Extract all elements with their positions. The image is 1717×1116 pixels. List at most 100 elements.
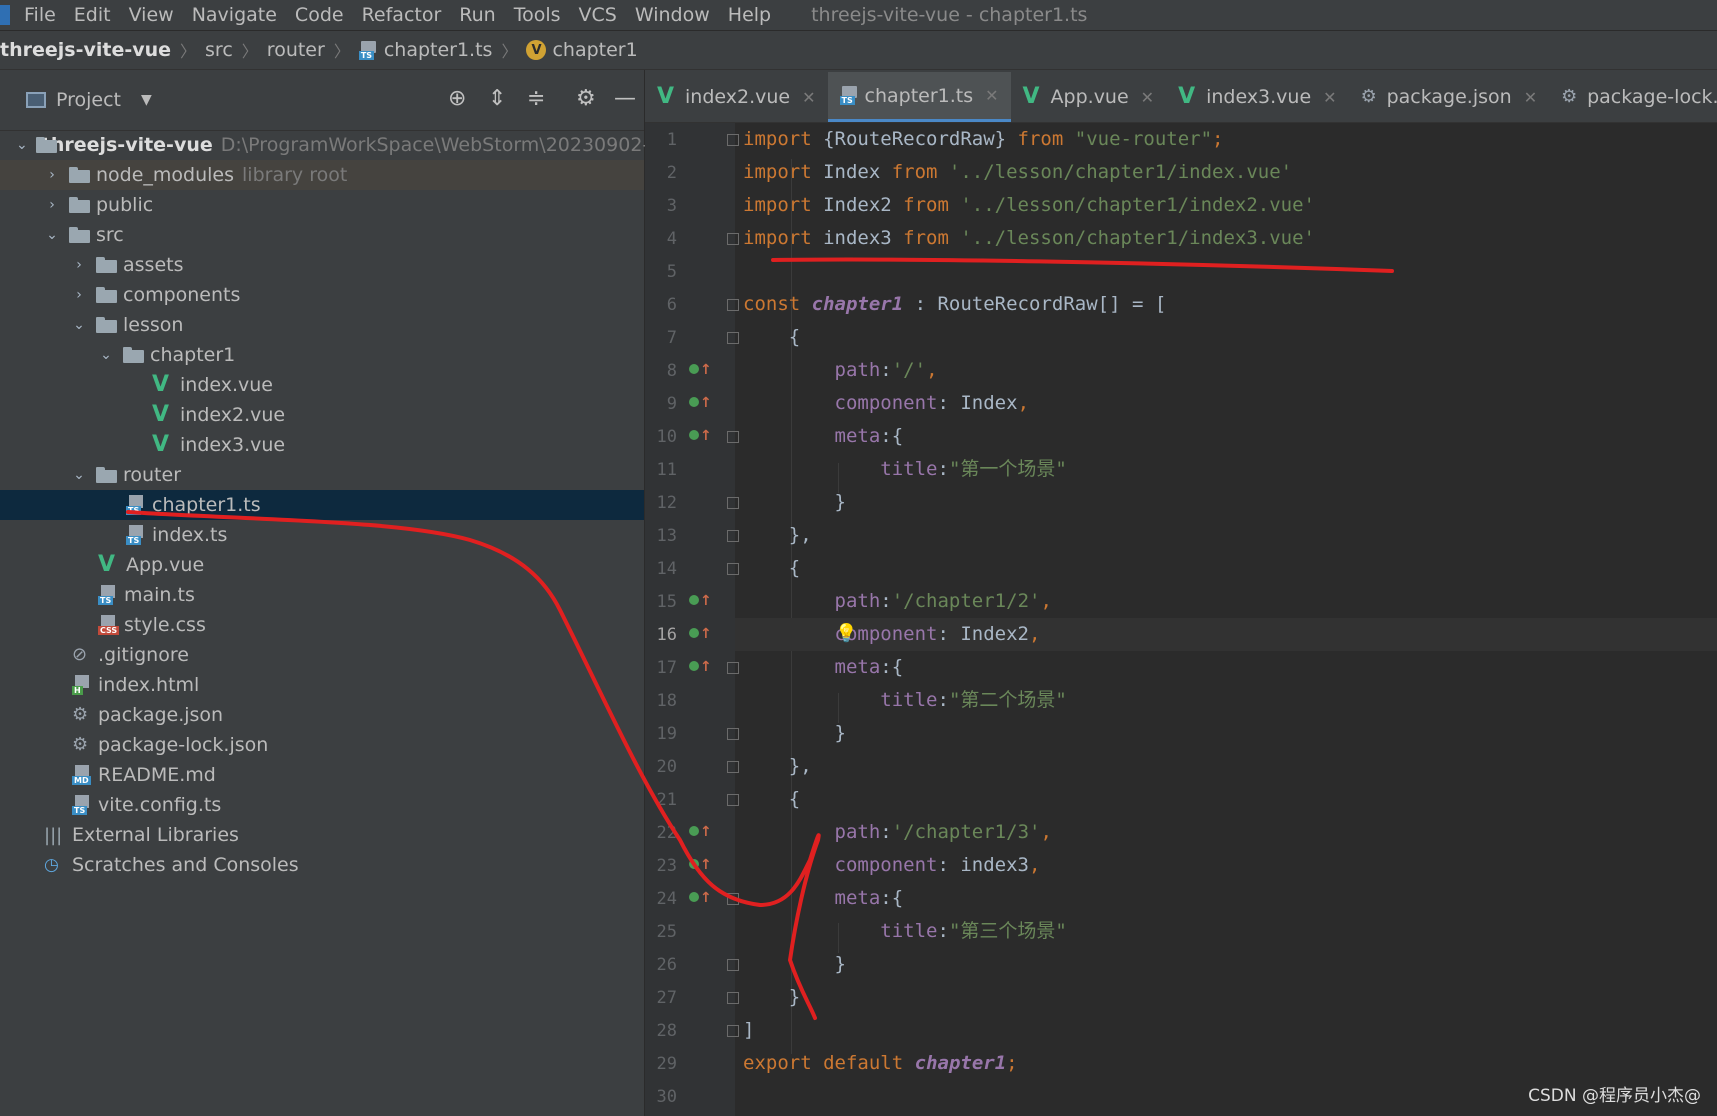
menu-edit[interactable]: Edit [74,4,111,26]
markdown-file-icon: MD [72,765,92,785]
implemented-override-icon[interactable]: ↑ [689,362,712,378]
close-icon[interactable]: ✕ [1323,88,1336,107]
chevron-down-icon[interactable]: ⌄ [43,227,61,243]
chevron-right-icon[interactable]: › [43,197,61,213]
menu-refactor[interactable]: Refactor [362,4,442,26]
menu-navigate[interactable]: Navigate [192,4,277,26]
implemented-override-icon[interactable]: ↑ [689,428,712,444]
menu-code[interactable]: Code [295,4,344,26]
line-number: 23 [656,856,677,876]
chevron-down-icon[interactable]: ⌄ [70,317,88,333]
json-file-icon: ⚙ [1561,86,1578,107]
implemented-override-icon[interactable]: ↑ [689,857,712,873]
line-number: 21 [656,790,677,810]
tree-item-chapter1-folder[interactable]: ⌄ chapter1 [0,340,644,370]
tree-item-label: Scratches and Consoles [72,854,299,876]
tree-item-index-html[interactable]: H index.html [0,670,644,700]
menu-run[interactable]: Run [459,4,495,26]
tree-item-chapter1-ts[interactable]: TS chapter1.ts [0,490,644,520]
menu-view[interactable]: View [129,4,174,26]
tree-item-readme[interactable]: MD README.md [0,760,644,790]
tree-item-main-ts[interactable]: TS main.ts [0,580,644,610]
scratches-icon: ◷ [44,855,59,875]
tree-item-node-modules[interactable]: › node_modules library root [0,160,644,190]
chevron-right-icon[interactable]: › [70,287,88,303]
menu-file[interactable]: File [24,4,56,26]
chevron-right-icon[interactable]: › [43,167,61,183]
chevron-right-icon: 〉 [180,42,197,61]
tab-app-vue[interactable]: V App.vue ✕ [1011,72,1167,122]
collapse-all-icon[interactable]: ≑ [527,86,545,111]
tab-index2-vue[interactable]: V index2.vue ✕ [645,72,828,122]
line-number: 12 [656,493,677,513]
tree-item-router[interactable]: ⌄ router [0,460,644,490]
breadcrumb-src[interactable]: src [205,39,233,61]
tab-index3-vue[interactable]: V index3.vue ✕ [1166,72,1349,122]
minimize-icon[interactable]: — [614,86,636,111]
implemented-override-icon[interactable]: ↑ [689,395,712,411]
breadcrumb-file[interactable]: chapter1.ts [358,39,492,61]
tree-item-public[interactable]: › public [0,190,644,220]
tree-item-assets[interactable]: › assets [0,250,644,280]
tree-item-index2-vue[interactable]: V index2.vue [0,400,644,430]
implemented-override-icon[interactable]: ↑ [689,626,712,642]
chevron-right-icon[interactable]: › [70,257,88,273]
menu-tools[interactable]: Tools [514,4,561,26]
tree-item-index-vue[interactable]: V index.vue [0,370,644,400]
implemented-override-icon[interactable]: ↑ [689,824,712,840]
code-area[interactable]: import {RouteRecordRaw} from "vue-router… [735,123,1717,1116]
close-icon[interactable]: ✕ [1524,88,1537,107]
expand-all-icon[interactable]: ⇕ [488,86,506,111]
tree-root[interactable]: ⌄ threejs-vite-vue D:\ProgramWorkSpace\W… [0,130,677,160]
tab-package-json[interactable]: ⚙ package.json ✕ [1349,72,1550,122]
tree-item-label: chapter1 [150,344,236,366]
tree-item-vite-config[interactable]: TS vite.config.ts [0,790,644,820]
tree-item-package-lock-json[interactable]: ⚙ package-lock.json [0,730,644,760]
tree-item-gitignore[interactable]: ⊘ .gitignore [0,640,644,670]
implemented-override-icon[interactable]: ↑ [689,593,712,609]
tree-item-label: package.json [98,704,224,726]
project-panel-title[interactable]: Project [56,89,121,111]
tree-item-external-libraries[interactable]: ||| External Libraries [0,820,644,850]
breadcrumb-router[interactable]: router [267,39,325,61]
tree-item-label: components [123,284,241,306]
implemented-override-icon[interactable]: ↑ [689,890,712,906]
chevron-down-icon[interactable]: ▼ [141,92,152,108]
tab-package-lock-json[interactable]: ⚙ package-lock.json ✕ [1549,72,1717,122]
tree-item-components[interactable]: › components [0,280,644,310]
chevron-down-icon[interactable]: ⌄ [70,467,88,483]
line-number: 2 [666,163,677,183]
tree-item-package-json[interactable]: ⚙ package.json [0,700,644,730]
tree-item-index-ts[interactable]: TS index.ts [0,520,644,550]
close-icon[interactable]: ✕ [802,88,815,107]
line-number: 14 [656,559,677,579]
tree-item-index3-vue[interactable]: V index3.vue [0,430,644,460]
lightbulb-icon[interactable]: 💡 [835,623,857,644]
folder-icon [96,287,117,303]
tree-item-style-css[interactable]: CSS style.css [0,610,644,640]
breadcrumb-symbol[interactable]: V chapter1 [526,39,638,61]
gear-icon[interactable]: ⚙ [576,86,596,111]
close-icon[interactable]: ✕ [1141,88,1154,107]
locate-icon[interactable]: ⊕ [448,86,466,111]
tree-item-lesson[interactable]: ⌄ lesson [0,310,644,340]
close-icon[interactable]: ✕ [985,86,998,105]
tree-item-app-vue[interactable]: V App.vue [0,550,644,580]
breadcrumb-project[interactable]: threejs-vite-vue [0,39,171,61]
chevron-down-icon[interactable]: ⌄ [16,137,28,153]
menu-help[interactable]: Help [728,4,771,26]
tree-item-src[interactable]: ⌄ src [0,220,644,250]
chevron-down-icon[interactable]: ⌄ [97,347,115,363]
code-line: import index3 from '../lesson/chapter1/i… [743,227,1315,249]
implemented-override-icon[interactable]: ↑ [689,659,712,675]
tree-item-label: index.vue [180,374,273,396]
menu-window[interactable]: Window [635,4,710,26]
tab-chapter1-ts[interactable]: chapter1.ts ✕ [827,72,1011,122]
chevron-right-icon: 〉 [333,42,350,61]
tree-item-scratches[interactable]: ◷ Scratches and Consoles [0,850,644,880]
menu-vcs[interactable]: VCS [579,4,617,26]
typescript-file-icon: TS [126,495,146,515]
folder-icon [96,467,117,483]
tree-item-label: style.css [124,614,206,636]
typescript-file-icon: TS [126,525,146,545]
